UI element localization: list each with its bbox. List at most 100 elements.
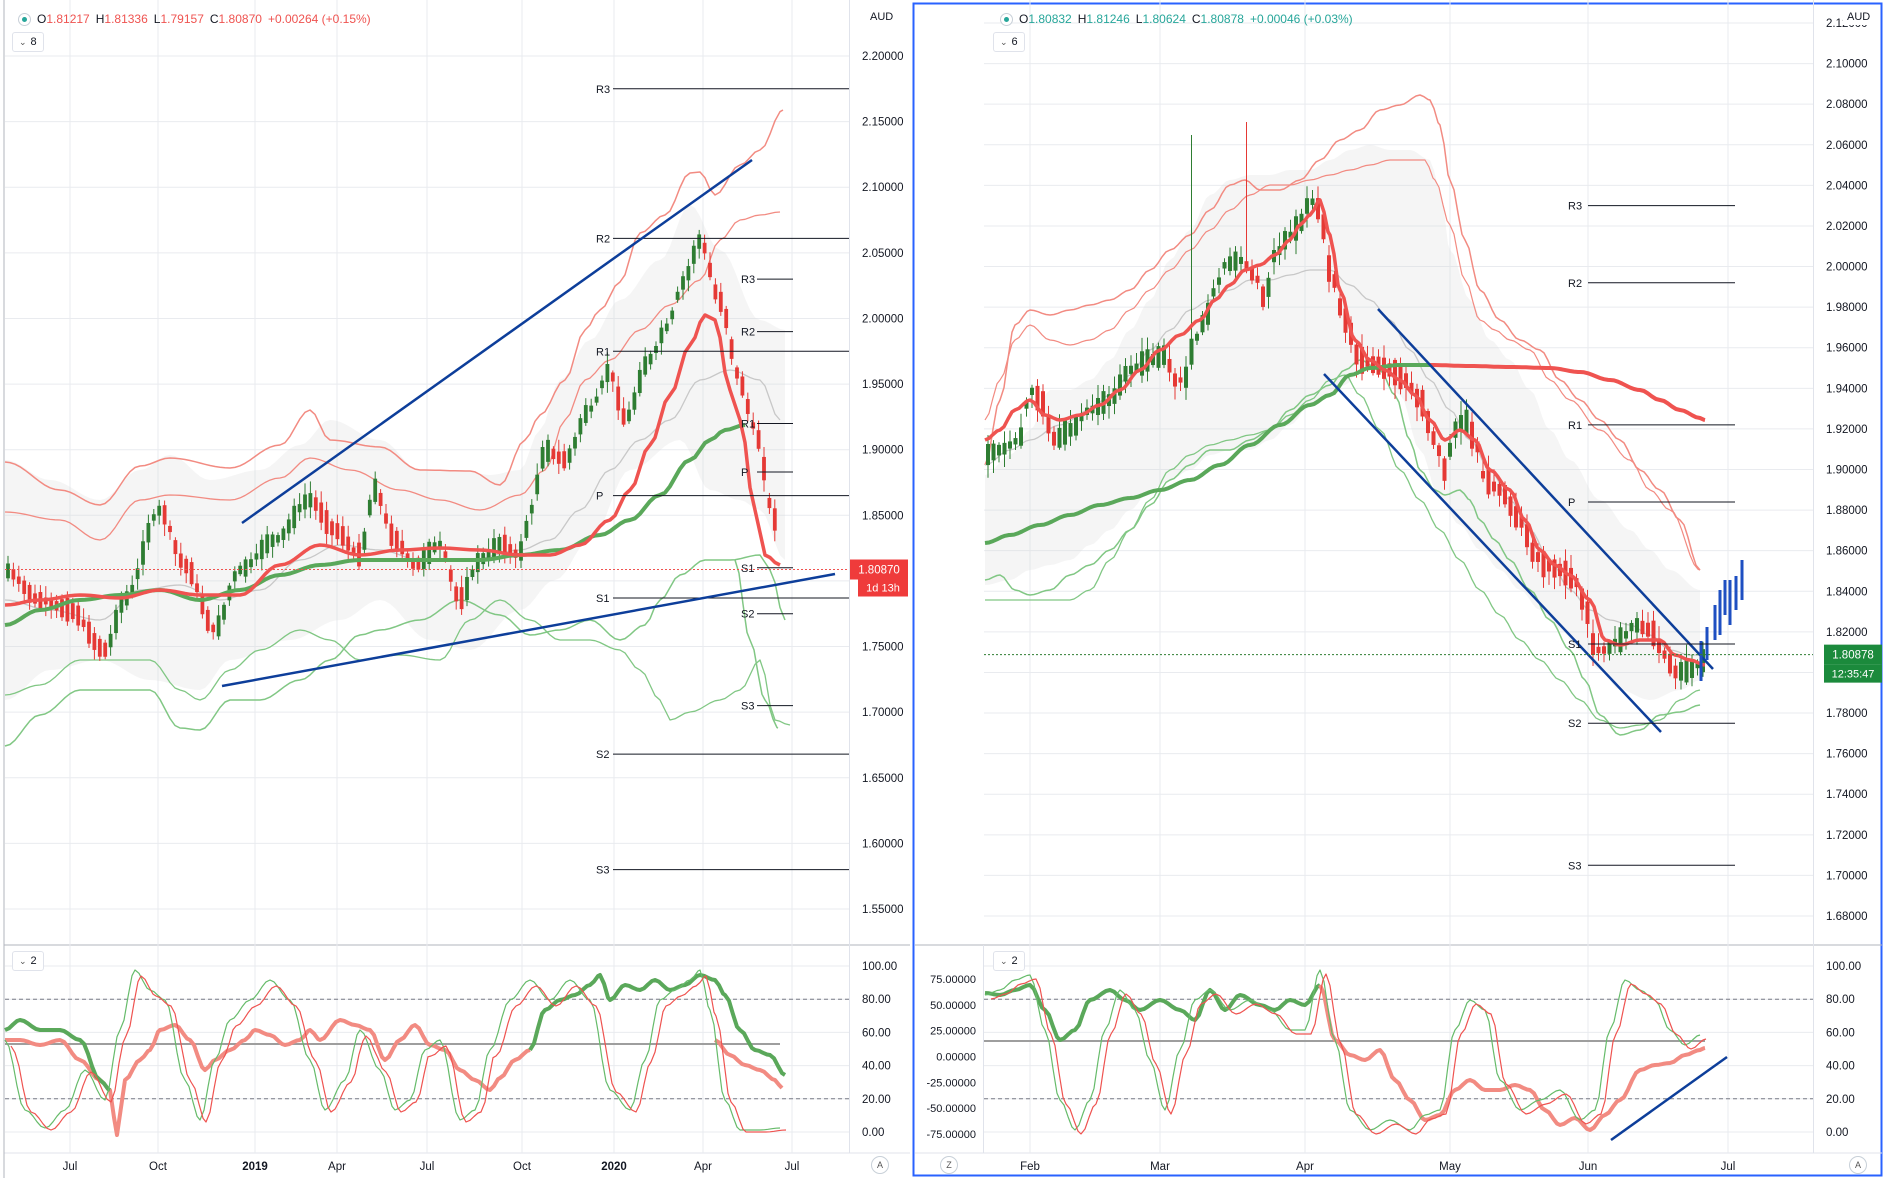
- left-candle: [205, 609, 210, 631]
- left-candle: [654, 345, 658, 354]
- left-candle: [610, 372, 615, 382]
- left-candle: [762, 456, 766, 481]
- right-candle: [1640, 620, 1645, 635]
- left-candle: [108, 633, 113, 648]
- left-candle: [157, 505, 162, 516]
- left-candle: [535, 474, 540, 495]
- change-value: +0.00264 (+0.15%): [267, 12, 371, 26]
- left-time-tick: 2020: [601, 1161, 627, 1173]
- left-candle: [465, 576, 469, 600]
- left-candle: [454, 586, 459, 602]
- right-candle: [1585, 601, 1590, 624]
- right-candle: [1470, 421, 1474, 449]
- right-candle: [1255, 275, 1260, 283]
- left-candle: [583, 405, 588, 423]
- left-price-tick: 1.75000: [862, 642, 904, 654]
- left-osc-tick: 80.00: [862, 994, 891, 1006]
- right-candle: [1178, 377, 1183, 383]
- visibility-toggle-icon[interactable]: [1000, 12, 1013, 26]
- right-candle: [1189, 338, 1194, 365]
- right-osc-left-tick: -75.00000: [926, 1129, 976, 1141]
- right-candle: [1019, 427, 1023, 446]
- left-candle: [6, 563, 10, 579]
- right-osc-left-tick: 50.00000: [930, 1000, 976, 1012]
- left-oscillator-collapse-button[interactable]: ⌄ 2: [12, 951, 44, 971]
- close-value: 1.80870: [218, 12, 262, 26]
- right-currency-label[interactable]: AUD: [1843, 9, 1875, 25]
- left-price-tick: 2.05000: [862, 248, 904, 260]
- left-candle: [448, 569, 453, 582]
- left-osc-tick: 20.00: [862, 1094, 891, 1106]
- left-candle: [573, 436, 577, 449]
- left-auto-scale-button[interactable]: A: [871, 1156, 889, 1174]
- chevron-down-icon: ⌄: [19, 36, 27, 47]
- right-candle: [1068, 423, 1073, 437]
- left-price-tick: 2.15000: [862, 117, 904, 129]
- left-candle: [648, 353, 653, 365]
- left-candle: [529, 504, 534, 514]
- chart-canvas[interactable]: 2.20000 2.15000 2.10000 2.05000 2.00000 1.950…: [0, 0, 1885, 1178]
- left-time-tick: Jul: [785, 1161, 800, 1173]
- left-price-tick: 2.20000: [862, 51, 904, 63]
- chevron-down-icon: ⌄: [1000, 36, 1008, 47]
- right-candle: [1431, 431, 1436, 445]
- right-candle: [1448, 442, 1452, 457]
- left-candle: [243, 559, 248, 577]
- visibility-toggle-icon[interactable]: [18, 12, 31, 26]
- right-candle: [1629, 622, 1634, 632]
- left-currency-label[interactable]: AUD: [866, 9, 898, 25]
- left-indicators-collapse-button[interactable]: ⌄ 8: [12, 32, 44, 52]
- right-indicators-collapse-button[interactable]: ⌄ 6: [993, 32, 1025, 52]
- left-candle: [22, 580, 27, 594]
- left-candle: [146, 522, 151, 543]
- left-candle: [151, 514, 156, 521]
- left-candle: [567, 448, 572, 463]
- left-price-tick: 2.00000: [862, 313, 904, 325]
- right-candle: [1013, 438, 1018, 445]
- left-candle: [346, 536, 351, 551]
- left-price-tick: 1.70000: [862, 707, 904, 719]
- left-candle: [70, 603, 75, 620]
- left-time-tick: 2019: [242, 1161, 268, 1173]
- right-price-tick: 1.86000: [1826, 546, 1868, 558]
- right-candle: [1327, 255, 1331, 282]
- left-candle: [313, 497, 318, 511]
- left-candle: [270, 534, 275, 547]
- right-price-tick: 1.90000: [1826, 465, 1868, 477]
- right-candle: [1052, 431, 1056, 446]
- right-candle: [1690, 660, 1694, 678]
- right-candle: [1057, 427, 1062, 448]
- left-candle: [627, 409, 631, 422]
- right-price-tick: 1.88000: [1826, 505, 1868, 517]
- left-candle: [297, 504, 302, 513]
- right-candle: [1118, 374, 1122, 396]
- left-osc-tick: 60.00: [862, 1027, 891, 1039]
- left-candle: [303, 494, 307, 510]
- left-time-tick: Oct: [513, 1161, 532, 1173]
- right-osc-tick: 20.00: [1826, 1094, 1855, 1106]
- left-candle: [162, 505, 167, 525]
- left-time-tick: Jul: [420, 1161, 435, 1173]
- right-oscillator-collapse-button[interactable]: ⌄ 2: [993, 951, 1025, 971]
- left-candle: [459, 587, 464, 610]
- right-pivot-label: P: [1568, 497, 1575, 509]
- left-price-tick: 1.95000: [862, 379, 904, 391]
- left-candle: [340, 526, 345, 546]
- right-candle: [1618, 627, 1623, 653]
- right-z-button[interactable]: Z: [940, 1156, 958, 1174]
- left-candle: [605, 364, 610, 383]
- left-candle: [103, 642, 108, 657]
- right-candle: [1437, 445, 1441, 457]
- left-candle: [718, 291, 723, 312]
- left-price-tick: 2.10000: [862, 182, 904, 194]
- right-auto-scale-button[interactable]: A: [1849, 1156, 1867, 1174]
- right-candle: [1310, 198, 1315, 205]
- right-candle: [1486, 468, 1491, 495]
- right-candle: [1624, 631, 1628, 639]
- right-price-tick: 2.00000: [1826, 262, 1868, 274]
- left-price-tick: 1.55000: [862, 904, 904, 916]
- right-candle: [1140, 351, 1144, 376]
- right-osc-tick: 40.00: [1826, 1061, 1855, 1073]
- right-candle: [1338, 298, 1342, 316]
- left-candle: [713, 284, 718, 300]
